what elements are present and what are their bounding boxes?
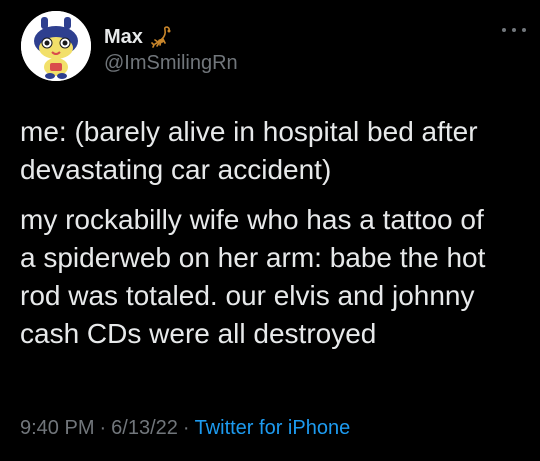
dot (502, 28, 506, 32)
tweet-paragraph: my rockabilly wife who has a tattoo of a… (20, 204, 486, 349)
dot (512, 28, 516, 32)
tweet-date[interactable]: 6/13/22 (111, 417, 178, 439)
tamagotchi-avatar-icon (21, 11, 91, 81)
tweet-paragraph: me: (barely alive in hospital bed after … (20, 116, 478, 185)
avatar[interactable] (21, 11, 91, 81)
more-options-icon[interactable] (502, 24, 526, 36)
separator: · (99, 417, 107, 439)
tweet-card: Max @ImSmilingRn me: (barely alive in ho… (0, 0, 540, 461)
tweet-time[interactable]: 9:40 PM (20, 417, 94, 439)
tweet-metadata: 9:40 PM · 6/13/22 · Twitter for iPhone (20, 414, 350, 442)
dot (522, 28, 526, 32)
display-name[interactable]: Max (104, 25, 143, 49)
tweet-text: me: (barely alive in hospital bed after … (20, 113, 525, 353)
name-row: Max (104, 25, 238, 49)
user-handle[interactable]: @ImSmilingRn (104, 51, 238, 75)
tweet-source-link[interactable]: Twitter for iPhone (195, 417, 351, 439)
user-header: Max @ImSmilingRn (104, 25, 238, 75)
separator: · (182, 417, 190, 439)
scorpion-icon (151, 25, 175, 49)
